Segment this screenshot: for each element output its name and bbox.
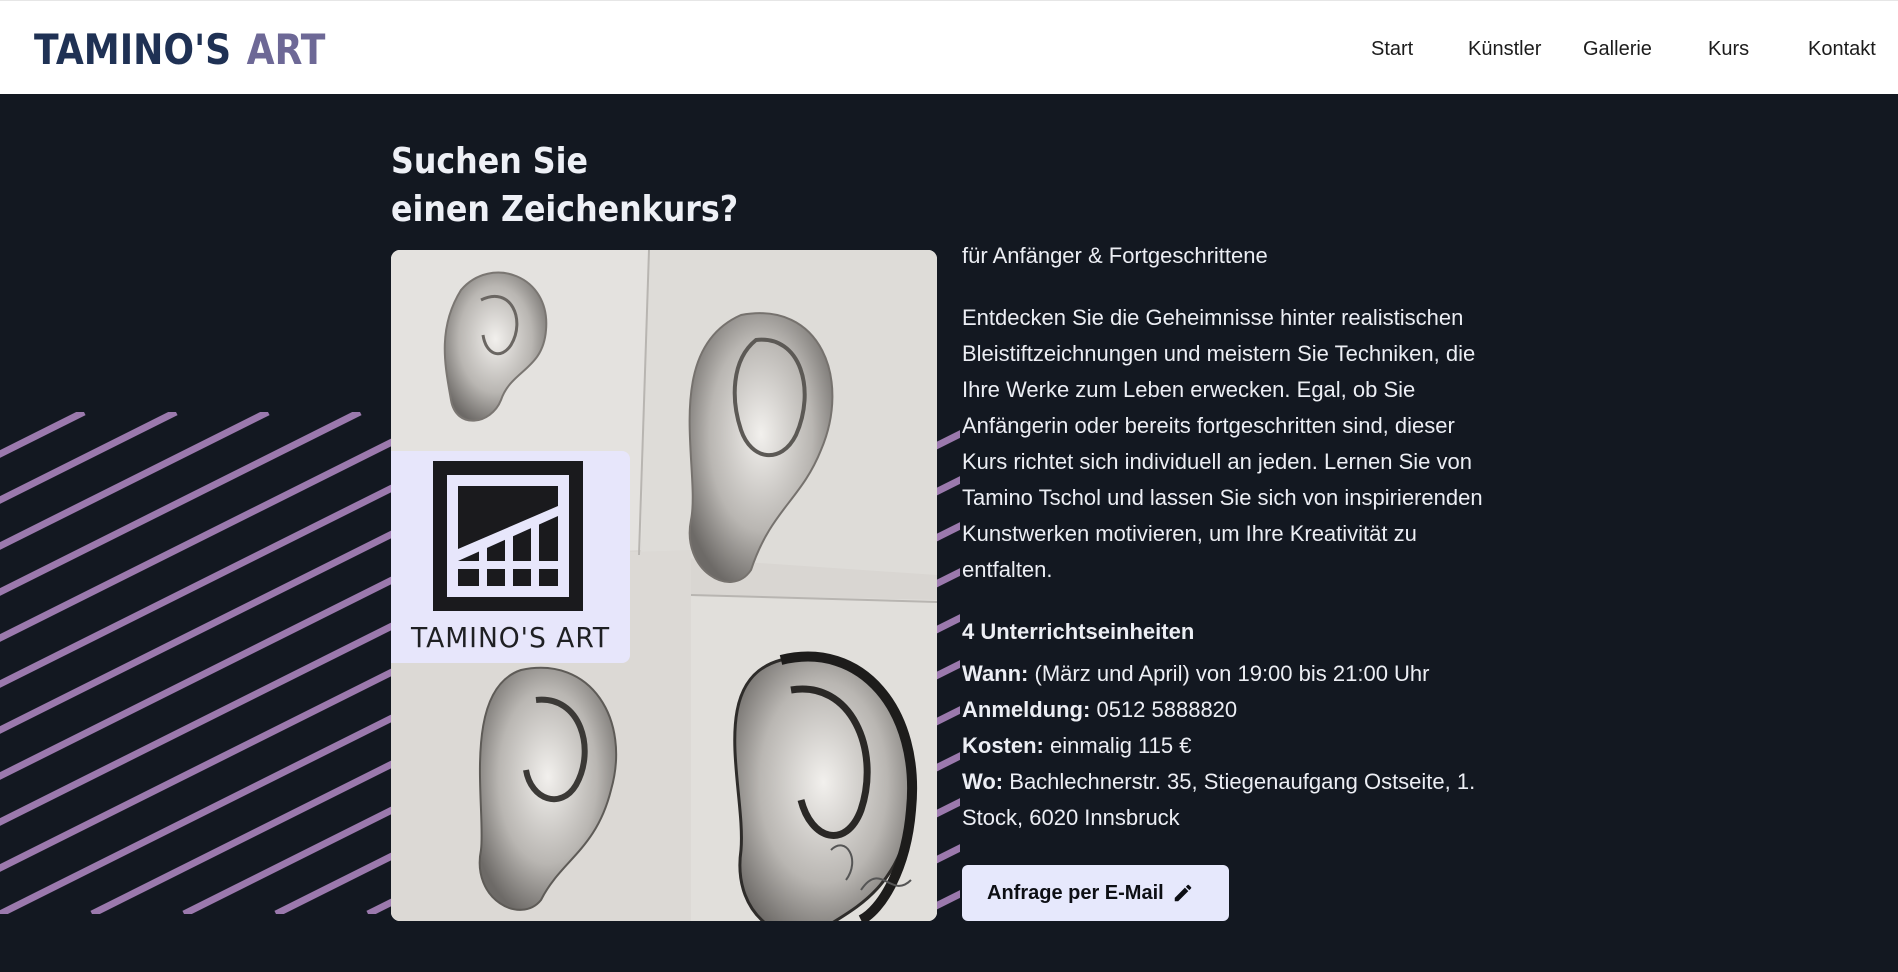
info-signup: Anmeldung: 0512 5888820 — [962, 692, 1502, 728]
course-units: 4 Unterrichtseinheiten — [962, 619, 1195, 644]
pencil-icon — [1174, 884, 1192, 902]
email-request-label: Anfrage per E-Mail — [987, 882, 1164, 904]
site-logo[interactable]: TAMINO'S ART — [34, 25, 325, 75]
info-cost-value: einmalig 115 € — [1050, 733, 1192, 758]
logo-word-taminos: TAMINO'S — [34, 25, 232, 74]
course-subtitle: für Anfänger & Fortgeschrittene — [962, 243, 1268, 268]
title-line-2: einen Zeichenkurs? — [391, 189, 739, 230]
nav-kuenstler[interactable]: Künstler — [1468, 35, 1541, 63]
title-line-1: Suchen Sie — [391, 141, 588, 182]
course-details: für Anfänger & Fortgeschrittene Entdecke… — [962, 238, 1502, 836]
info-cost: Kosten: einmalig 115 € — [962, 728, 1502, 764]
info-cost-label: Kosten: — [962, 733, 1044, 758]
logo-word-art: ART — [246, 25, 326, 74]
course-description: Entdecken Sie die Geheimnisse hinter rea… — [962, 305, 1483, 582]
info-where-value: Bachlechnerstr. 35, Stiegenaufgang Ostse… — [962, 769, 1476, 830]
info-when: Wann: (März und April) von 19:00 bis 21:… — [962, 656, 1502, 692]
nav-gallerie[interactable]: Gallerie — [1583, 35, 1652, 63]
taminos-art-logo-icon — [433, 461, 583, 611]
email-request-button[interactable]: Anfrage per E-Mail — [962, 865, 1229, 921]
info-where-label: Wo: — [962, 769, 1004, 794]
nav-kurs[interactable]: Kurs — [1708, 35, 1749, 63]
info-when-value: (März und April) von 19:00 bis 21:00 Uhr — [1034, 661, 1430, 686]
nav-kontakt[interactable]: Kontakt — [1808, 35, 1876, 63]
info-signup-label: Anmeldung: — [962, 697, 1091, 722]
info-when-label: Wann: — [962, 661, 1029, 686]
info-signup-value[interactable]: 0512 5888820 — [1096, 697, 1237, 722]
nav-start[interactable]: Start — [1371, 35, 1413, 63]
page-title: Suchen Sie einen Zeichenkurs? — [391, 138, 738, 234]
info-where: Wo: Bachlechnerstr. 35, Stiegenaufgang O… — [962, 764, 1502, 836]
taminos-art-logo-card: TAMINO'S ART — [391, 451, 630, 663]
logo-card-text: TAMINO'S ART — [410, 621, 611, 654]
site-header: TAMINO'S ART Start Künstler Gallerie Kurs… — [0, 0, 1898, 94]
